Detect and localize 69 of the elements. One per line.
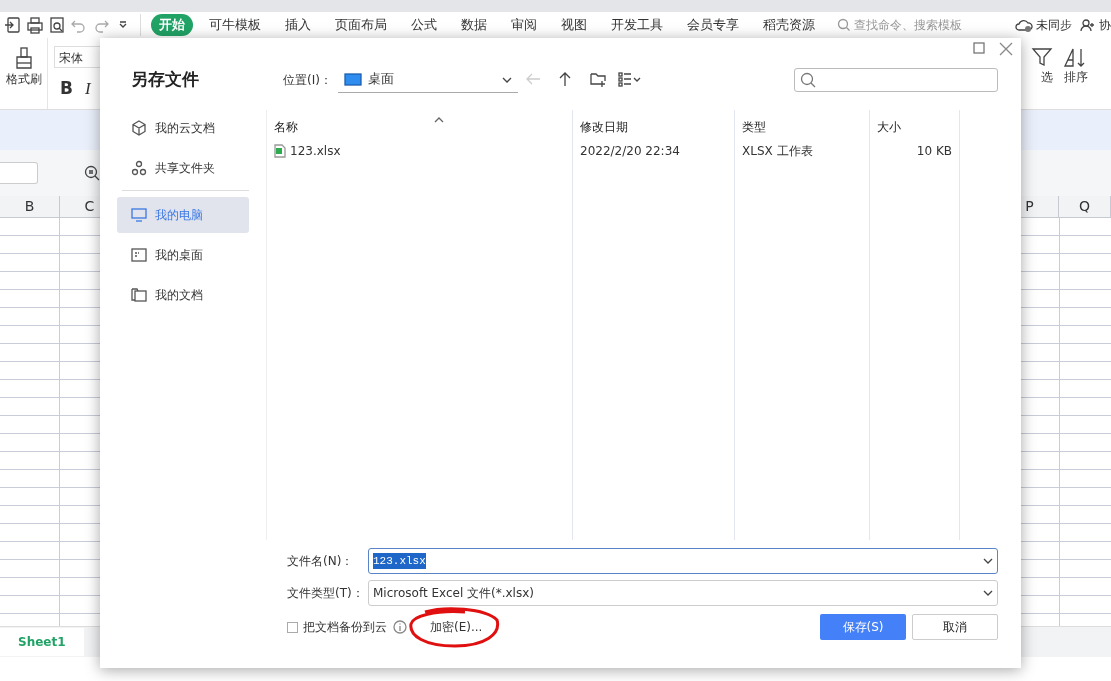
sort-button[interactable]: 排序 — [1064, 68, 1088, 86]
add-user-icon — [1080, 18, 1096, 32]
chevron-down-icon — [501, 75, 512, 84]
folder-icon — [131, 287, 147, 303]
chevron-down-icon — [983, 589, 993, 597]
sync-status[interactable]: 未同步 — [1036, 16, 1072, 34]
filename-field[interactable]: 123.xlsx — [368, 548, 998, 574]
italic-button[interactable]: I — [84, 76, 91, 102]
ribbon-tab[interactable]: 数据 — [453, 13, 495, 37]
search-icon — [800, 72, 816, 88]
table-cell[interactable]: 123.xlsx — [290, 142, 341, 160]
bold-button[interactable]: B — [60, 76, 73, 102]
table-cell-text: 2022/2/20 22:34 — [580, 143, 680, 160]
view-options-button[interactable] — [617, 72, 642, 88]
column-header[interactable]: B — [0, 196, 60, 217]
preview-icon[interactable] — [47, 16, 67, 34]
ribbon-tab[interactable]: 可牛模板 — [201, 13, 269, 37]
filetype-dropdown[interactable]: Microsoft Excel 文件(*.xlsx) — [368, 580, 998, 606]
ribbon-tab[interactable]: 插入 — [277, 13, 319, 37]
ribbon-tab[interactable]: 公式 — [403, 13, 445, 37]
new-folder-button[interactable] — [589, 72, 606, 88]
location-label: 位置(I)： — [283, 72, 332, 89]
chevron-down-icon — [983, 557, 993, 565]
filename-label: 文件名(N)： — [287, 553, 355, 570]
format-painter-button[interactable]: 格式刷 — [5, 70, 42, 88]
share-icon — [131, 160, 147, 176]
maximize-button[interactable] — [973, 42, 985, 54]
filetype-label: 文件类型(T)： — [287, 585, 365, 602]
close-button[interactable] — [999, 42, 1013, 56]
search-field[interactable] — [794, 68, 998, 92]
cloud-icon — [1015, 18, 1033, 32]
computer-icon — [131, 207, 147, 223]
collaborate-button[interactable]: 协 — [1099, 16, 1111, 34]
column-header[interactable]: 名称 — [274, 118, 298, 136]
filter-button[interactable]: 选 — [1041, 68, 1053, 86]
filter-icon[interactable] — [1031, 46, 1053, 68]
export-icon[interactable] — [3, 16, 23, 34]
table-cell-text: XLSX 工作表 — [742, 143, 813, 160]
cancel-button[interactable]: 取消 — [912, 614, 998, 640]
column-header[interactable]: 大小 — [877, 118, 901, 136]
ribbon-tab[interactable]: 视图 — [553, 13, 595, 37]
column-header[interactable]: 类型 — [742, 118, 766, 136]
print-icon[interactable] — [25, 16, 45, 34]
cube-icon — [131, 120, 147, 136]
sidebar-item[interactable]: 我的文档 — [117, 277, 249, 313]
save-button[interactable]: 保存(S) — [820, 614, 906, 640]
backup-label[interactable]: 把文档备份到云 — [303, 618, 387, 636]
dialog-title: 另存文件 — [131, 68, 200, 92]
zoom-icon[interactable] — [84, 165, 100, 181]
sidebar-item[interactable]: 共享文件夹 — [117, 150, 249, 186]
ribbon-tab[interactable]: 稻壳资源 — [755, 13, 823, 37]
ribbon-tab[interactable]: 会员专享 — [679, 13, 747, 37]
search-icon — [837, 18, 851, 32]
spreadsheet-file-icon — [274, 144, 286, 158]
ribbon-tab[interactable]: 页面布局 — [327, 13, 395, 37]
column-header[interactable]: 修改日期 — [580, 118, 628, 136]
column-header[interactable]: Q — [1059, 196, 1111, 217]
encrypt-link[interactable]: 加密(E)... — [430, 618, 483, 636]
ribbon-tab[interactable]: 审阅 — [503, 13, 545, 37]
sidebar-item[interactable]: 我的桌面 — [117, 237, 249, 273]
desktop-icon — [131, 247, 147, 263]
backup-checkbox[interactable] — [287, 621, 298, 633]
table-cell-text: 10 KB — [916, 143, 952, 160]
sidebar-item[interactable]: 我的电脑 — [117, 197, 249, 233]
sidebar-item[interactable]: 我的云文档 — [117, 110, 249, 146]
ribbon-tab[interactable]: 开发工具 — [603, 13, 671, 37]
location-dropdown[interactable]: 桌面 — [337, 67, 518, 93]
monitor-icon — [343, 73, 362, 86]
info-icon — [393, 620, 407, 634]
